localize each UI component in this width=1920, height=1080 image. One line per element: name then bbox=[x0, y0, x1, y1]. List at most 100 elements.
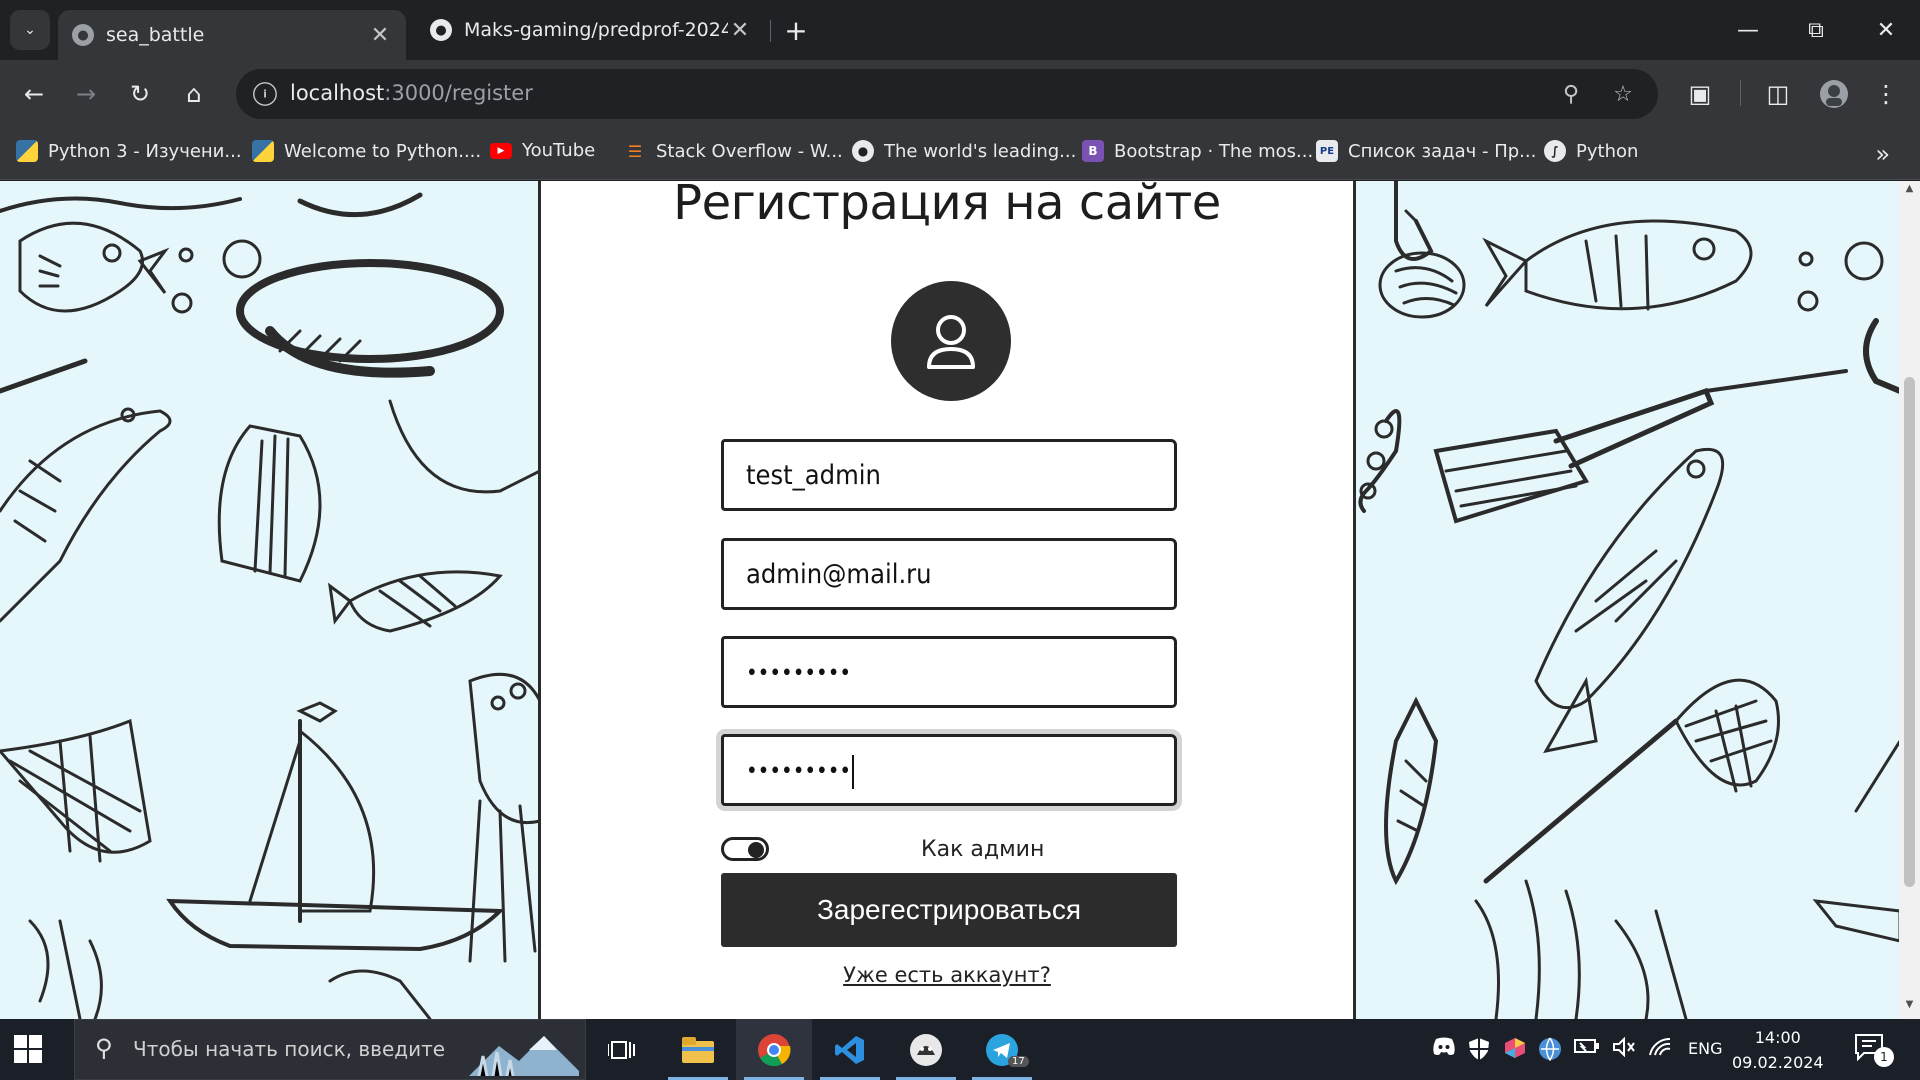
tab-sea-battle[interactable]: ● sea_battle ✕ bbox=[58, 10, 406, 60]
page-scrollbar[interactable]: ▲ ▼ bbox=[1899, 181, 1920, 1019]
reload-icon[interactable]: ↻ bbox=[120, 74, 160, 114]
security-shield-icon[interactable] bbox=[1468, 1037, 1490, 1066]
sea-background-right bbox=[1356, 181, 1900, 1019]
address-bar[interactable]: i localhost:3000/register ⚲ ☆ bbox=[236, 69, 1658, 119]
close-tab-icon[interactable]: ✕ bbox=[368, 23, 392, 48]
telegram-icon[interactable]: 17 bbox=[964, 1019, 1040, 1080]
new-tab-icon[interactable]: + bbox=[778, 12, 814, 48]
minimize-icon[interactable]: — bbox=[1714, 0, 1782, 60]
globe-icon: ● bbox=[72, 24, 94, 46]
toggle-knob bbox=[748, 842, 764, 858]
home-icon[interactable]: ⌂ bbox=[174, 74, 214, 114]
profile-avatar-icon[interactable] bbox=[1814, 74, 1854, 114]
bookmark-github[interactable]: ● The world's leading... bbox=[852, 140, 1076, 162]
browser-tab-bar: ⌄ ● sea_battle ✕ ● Maks-gaming/predprof-… bbox=[0, 0, 1920, 60]
restore-icon[interactable]: ⧉ bbox=[1782, 0, 1850, 60]
battery-icon[interactable] bbox=[1574, 1037, 1600, 1060]
password-key-icon[interactable]: ⚲ bbox=[1556, 79, 1586, 109]
tab-title: Maks-gaming/predprof-2024 bbox=[464, 19, 728, 41]
github-icon: ● bbox=[430, 19, 452, 41]
toolbar-separator bbox=[1740, 80, 1741, 106]
site-info-icon[interactable]: i bbox=[253, 82, 277, 106]
password-value: ••••••••• bbox=[746, 661, 852, 686]
admin-toggle[interactable] bbox=[721, 837, 769, 861]
wifi-icon[interactable] bbox=[1648, 1037, 1672, 1062]
bookmarks-bar: Python 3 - Изучени... Welcome to Python.… bbox=[0, 128, 1920, 180]
bookmark-label: YouTube bbox=[522, 140, 596, 161]
youtube-icon: ▶ bbox=[490, 142, 512, 159]
close-window-icon[interactable]: ✕ bbox=[1852, 0, 1920, 60]
extensions-icon[interactable]: ▣ bbox=[1680, 74, 1720, 114]
url-host: localhost bbox=[290, 81, 385, 105]
windows-taskbar: ⚲ Чтобы начать поиск, введите 17 ENG 14:… bbox=[0, 1019, 1920, 1080]
forward-icon[interactable]: → bbox=[66, 74, 106, 114]
scroll-down-icon[interactable]: ▼ bbox=[1899, 999, 1920, 1015]
search-placeholder: Чтобы начать поиск, введите bbox=[133, 1037, 446, 1061]
scroll-up-icon[interactable]: ▲ bbox=[1899, 183, 1920, 199]
back-icon[interactable]: ← bbox=[14, 74, 54, 114]
side-panel-icon[interactable]: ◫ bbox=[1758, 74, 1798, 114]
jetbrains-app-icon[interactable] bbox=[888, 1019, 964, 1080]
stackoverflow-icon: ☰ bbox=[627, 141, 643, 161]
telegram-badge: 17 bbox=[1008, 1056, 1029, 1067]
bookmark-youtube[interactable]: ▶ YouTube bbox=[490, 140, 595, 161]
tab-separator bbox=[770, 20, 771, 42]
bookmark-label: Python 3 - Изучени... bbox=[48, 140, 242, 162]
bookmarks-overflow-icon[interactable]: » bbox=[1875, 140, 1890, 168]
page-title: Регистрация на сайте bbox=[673, 181, 1221, 231]
python-icon bbox=[16, 140, 38, 162]
discord-icon[interactable] bbox=[1432, 1037, 1456, 1062]
bookmark-star-icon[interactable]: ☆ bbox=[1608, 79, 1638, 109]
colorful-app-icon[interactable] bbox=[1504, 1037, 1526, 1064]
password-confirm-value: ••••••••• bbox=[746, 759, 852, 784]
page-viewport: Регистрация на сайте test_admin admin@ma… bbox=[0, 181, 1920, 1019]
login-link[interactable]: Уже есть аккаунт? bbox=[541, 963, 1353, 987]
tab-github-repo[interactable]: ● Maks-gaming/predprof-2024 ✕ bbox=[416, 8, 766, 52]
close-tab-icon[interactable]: ✕ bbox=[728, 18, 752, 43]
bookmark-label: Bootstrap · The mos... bbox=[1114, 140, 1314, 162]
file-explorer-icon[interactable] bbox=[660, 1019, 736, 1080]
url-text[interactable]: localhost:3000/register bbox=[290, 81, 533, 105]
bookmark-label: Stack Overflow - W... bbox=[656, 140, 843, 162]
registration-card: Регистрация на сайте test_admin admin@ma… bbox=[538, 181, 1356, 1019]
chrome-icon[interactable] bbox=[736, 1019, 812, 1080]
taskbar-search-box[interactable]: ⚲ Чтобы начать поиск, введите bbox=[74, 1019, 586, 1080]
menu-kebab-icon[interactable]: ⋮ bbox=[1866, 74, 1906, 114]
bookmark-bootstrap[interactable]: B Bootstrap · The mos... bbox=[1082, 140, 1313, 162]
username-value: test_admin bbox=[746, 460, 881, 491]
volume-muted-icon[interactable] bbox=[1612, 1036, 1636, 1062]
notification-center-icon[interactable]: 1 bbox=[1854, 1033, 1894, 1067]
bootstrap-icon: B bbox=[1082, 140, 1104, 162]
url-path: :3000/register bbox=[384, 81, 533, 105]
browser-toolbar: ← → ↻ ⌂ i localhost:3000/register ⚲ ☆ ▣ … bbox=[0, 60, 1920, 128]
github-icon: ● bbox=[852, 140, 874, 162]
notification-count: 1 bbox=[1874, 1047, 1894, 1067]
task-view-icon[interactable] bbox=[584, 1019, 660, 1080]
vscode-icon[interactable] bbox=[812, 1019, 888, 1080]
input-language[interactable]: ENG bbox=[1688, 1039, 1722, 1058]
clock-date: 09.02.2024 bbox=[1732, 1053, 1824, 1072]
python-alt-icon: ∫ bbox=[1544, 140, 1566, 162]
bookmark-task-list[interactable]: PE Список задач - Пр... bbox=[1316, 140, 1536, 162]
bookmark-stackoverflow[interactable]: ☰ Stack Overflow - W... bbox=[624, 140, 843, 162]
tab-search-dropdown-icon[interactable]: ⌄ bbox=[10, 10, 50, 50]
password-field[interactable]: ••••••••• bbox=[721, 636, 1177, 708]
tab-title: sea_battle bbox=[106, 24, 205, 46]
password-confirm-field[interactable]: ••••••••• bbox=[721, 734, 1177, 806]
email-field[interactable]: admin@mail.ru bbox=[721, 538, 1177, 610]
user-icon bbox=[927, 315, 975, 369]
python-icon bbox=[252, 140, 274, 162]
vpn-globe-icon[interactable] bbox=[1538, 1037, 1562, 1066]
bookmark-python3[interactable]: Python 3 - Изучени... bbox=[16, 140, 242, 162]
avatar bbox=[891, 281, 1011, 401]
register-button[interactable]: Зарегестрироваться bbox=[721, 873, 1177, 947]
windows-start-icon[interactable] bbox=[14, 1035, 42, 1063]
search-highlight-image bbox=[469, 1026, 579, 1076]
bookmark-python[interactable]: ∫ Python bbox=[1544, 140, 1638, 162]
bookmark-welcome-python[interactable]: Welcome to Python.... bbox=[252, 140, 481, 162]
bookmark-label: Список задач - Пр... bbox=[1348, 140, 1537, 162]
taskbar-clock[interactable]: 14:00 09.02.2024 bbox=[1732, 1025, 1824, 1075]
admin-toggle-label: Как админ bbox=[921, 837, 1045, 862]
username-field[interactable]: test_admin bbox=[721, 439, 1177, 511]
scroll-thumb[interactable] bbox=[1904, 377, 1915, 887]
